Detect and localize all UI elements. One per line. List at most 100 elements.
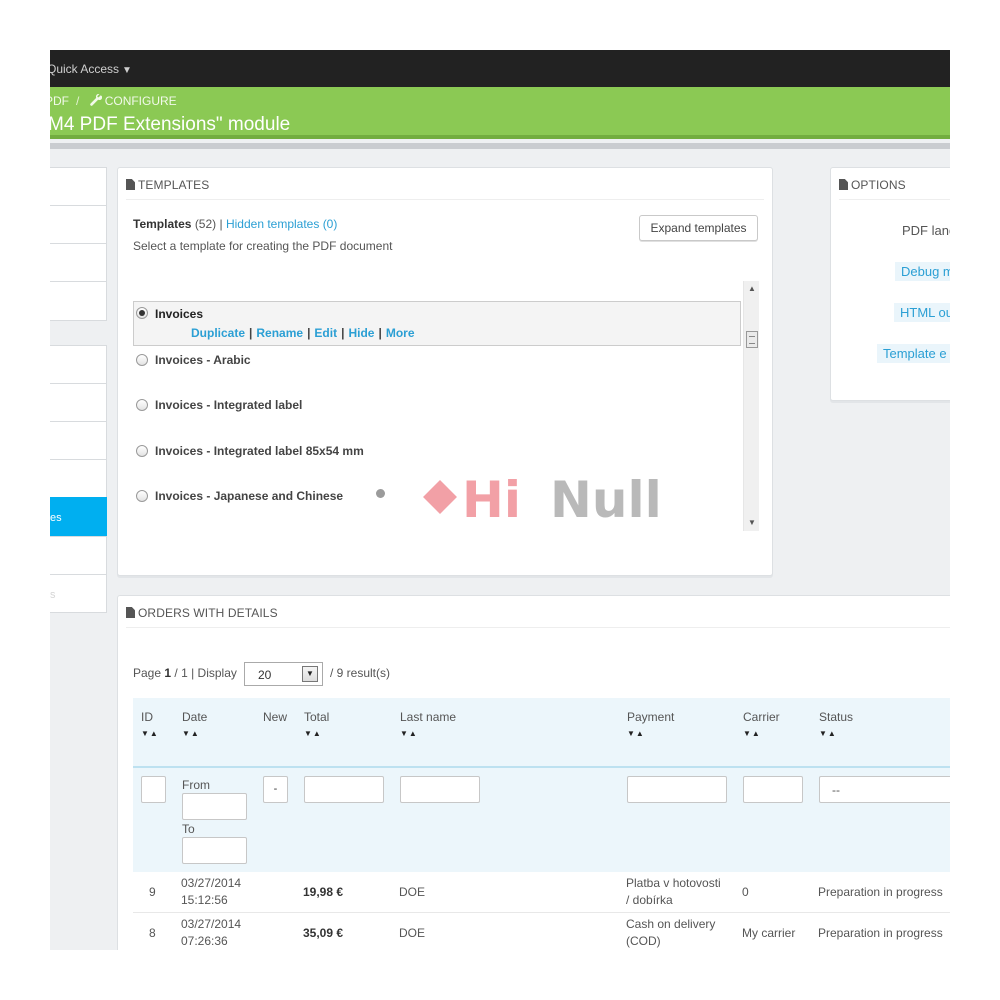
filter-total-input[interactable]	[304, 776, 384, 803]
sidebar-item[interactable]	[50, 536, 107, 575]
sidebar-item-label: es	[50, 512, 62, 524]
sort-arrows-icon[interactable]: ▼▲	[304, 729, 322, 738]
template-name: Invoices	[155, 307, 204, 321]
divider	[126, 627, 950, 628]
header-divider	[50, 143, 950, 149]
page-current: 1	[164, 666, 172, 680]
results-count: / 9 result(s)	[330, 666, 391, 680]
filter-payment-input[interactable]	[627, 776, 727, 803]
sort-arrows-icon[interactable]: ▼▲	[743, 729, 761, 738]
expand-templates-button[interactable]: Expand templates	[639, 215, 758, 241]
template-item[interactable]: Invoices - Integrated label 85x54 mm	[133, 443, 741, 463]
template-name: Invoices - Integrated label	[155, 398, 303, 412]
filter-last-name-input[interactable]	[400, 776, 480, 803]
column-last-name: Last name	[400, 710, 457, 724]
template-radio[interactable]	[136, 307, 148, 319]
page-title: M4 PDF Extensions" module	[50, 114, 291, 135]
template-actions: Duplicate | Rename | Edit | Hide | More	[191, 326, 415, 340]
sort-arrows-icon[interactable]: ▼▲	[819, 729, 837, 738]
sort-arrows-icon[interactable]: ▼▲	[400, 729, 418, 738]
order-payment-line2: (COD)	[626, 934, 661, 948]
debug-mode-button[interactable]: Debug m	[895, 262, 950, 281]
sidebar-item[interactable]	[50, 459, 107, 498]
column-carrier: Carrier	[743, 710, 780, 724]
template-item[interactable]: Invoices - Arabic	[133, 352, 741, 372]
order-last-name: DOE	[399, 926, 426, 940]
template-editor-button[interactable]: Template e	[877, 344, 950, 363]
filter-id-input[interactable]	[141, 776, 166, 803]
order-time: 15:12:56	[181, 893, 228, 907]
template-name: Invoices - Arabic	[155, 353, 251, 367]
template-item[interactable]: Invoices - Integrated label	[133, 397, 741, 417]
scroll-down-arrow-icon[interactable]: ▼	[744, 515, 760, 531]
caret-down-icon: ▼	[122, 65, 132, 76]
sidebar-item[interactable]	[50, 345, 107, 384]
sidebar-item-templates[interactable]: es	[50, 497, 107, 537]
watermark-dot	[376, 489, 385, 498]
scrollbar-thumb[interactable]	[746, 331, 758, 348]
document-icon	[126, 607, 135, 618]
sort-arrows-icon[interactable]: ▼▲	[627, 729, 645, 738]
sidebar-item[interactable]	[50, 383, 107, 422]
sidebar-item[interactable]	[50, 421, 107, 460]
sort-arrows-icon[interactable]: ▼▲	[182, 729, 200, 738]
watermark-text-null: Null	[550, 471, 662, 529]
document-icon	[126, 179, 135, 190]
table-row[interactable]: 8 03/27/2014 07:26:36 35,09 € DOE Cash o…	[133, 913, 950, 950]
chevron-down-icon: ▼	[302, 666, 318, 682]
filter-status-select[interactable]: -- ▼	[819, 776, 950, 803]
separator: |	[219, 217, 223, 231]
order-payment: Cash on delivery	[626, 917, 716, 931]
order-carrier: 0	[742, 885, 749, 899]
hidden-templates-link[interactable]: Hidden templates (0)	[226, 217, 337, 231]
rename-link[interactable]: Rename	[256, 326, 303, 340]
sidebar-item[interactable]: s	[50, 574, 107, 613]
order-status: Preparation in progress	[818, 885, 943, 899]
orders-table-header: ID ▼▲ Date ▼▲ New Total ▼▲ Last name ▼▲ …	[133, 698, 950, 768]
column-date: Date	[182, 710, 208, 724]
order-id: 8	[149, 926, 156, 940]
sidebar-item[interactable]	[50, 243, 107, 282]
breadcrumb: PDF / CONFIGURE	[50, 94, 177, 108]
panel-heading-text: ORDERS WITH DETAILS	[138, 606, 278, 620]
sidebar-item[interactable]	[50, 167, 107, 206]
table-row[interactable]: 9 03/27/2014 15:12:56 19,98 € DOE Platba…	[133, 872, 950, 913]
filter-date-to-input[interactable]	[182, 837, 247, 864]
order-time: 07:26:36	[181, 934, 228, 948]
separator: |	[378, 326, 382, 340]
order-date: 03/27/2014	[181, 917, 242, 931]
sort-arrows-icon[interactable]: ▼▲	[141, 729, 159, 738]
template-radio[interactable]	[136, 399, 148, 411]
pagination: Page 1 / 1 | Display	[133, 666, 237, 680]
template-item[interactable]: Invoices Duplicate | Rename | Edit | Hide | More	[133, 301, 741, 346]
hide-link[interactable]: Hide	[348, 326, 374, 340]
breadcrumb-parent[interactable]: PDF	[50, 94, 69, 108]
filter-date-from-input[interactable]	[182, 793, 247, 820]
quick-access-menu[interactable]: Quick Access ▼	[50, 62, 132, 76]
filter-carrier-input[interactable]	[743, 776, 803, 803]
filter-new-select[interactable]: -	[263, 776, 288, 803]
top-navbar: Quick Access ▼	[50, 50, 950, 87]
templates-description: Select a template for creating the PDF d…	[133, 239, 393, 253]
html-output-button[interactable]: HTML ou	[894, 303, 950, 322]
watermark-diamond	[423, 480, 457, 514]
edit-link[interactable]: Edit	[314, 326, 337, 340]
sidebar-item[interactable]	[50, 281, 107, 321]
sidebar-item[interactable]	[50, 205, 107, 244]
breadcrumb-separator: /	[76, 94, 80, 108]
templates-count-value: (52)	[194, 217, 217, 231]
scroll-up-arrow-icon[interactable]: ▲	[744, 281, 760, 297]
more-link[interactable]: More	[386, 326, 415, 340]
template-radio[interactable]	[136, 445, 148, 457]
template-radio[interactable]	[136, 354, 148, 366]
display-count-select[interactable]: 20 ▼	[244, 662, 323, 686]
duplicate-link[interactable]: Duplicate	[191, 326, 245, 340]
filter-to-label: To	[182, 822, 195, 836]
wrench-icon	[89, 94, 102, 106]
template-name: Invoices - Integrated label 85x54 mm	[155, 444, 364, 458]
page-total: / 1 | Display	[174, 666, 237, 680]
template-radio[interactable]	[136, 490, 148, 502]
admin-page: Quick Access▼ PDF/ CONFIGURE M4 PDF Exte…	[50, 50, 950, 950]
template-list-scrollbar[interactable]: ▲ ▼	[743, 281, 759, 531]
column-payment: Payment	[627, 710, 675, 724]
